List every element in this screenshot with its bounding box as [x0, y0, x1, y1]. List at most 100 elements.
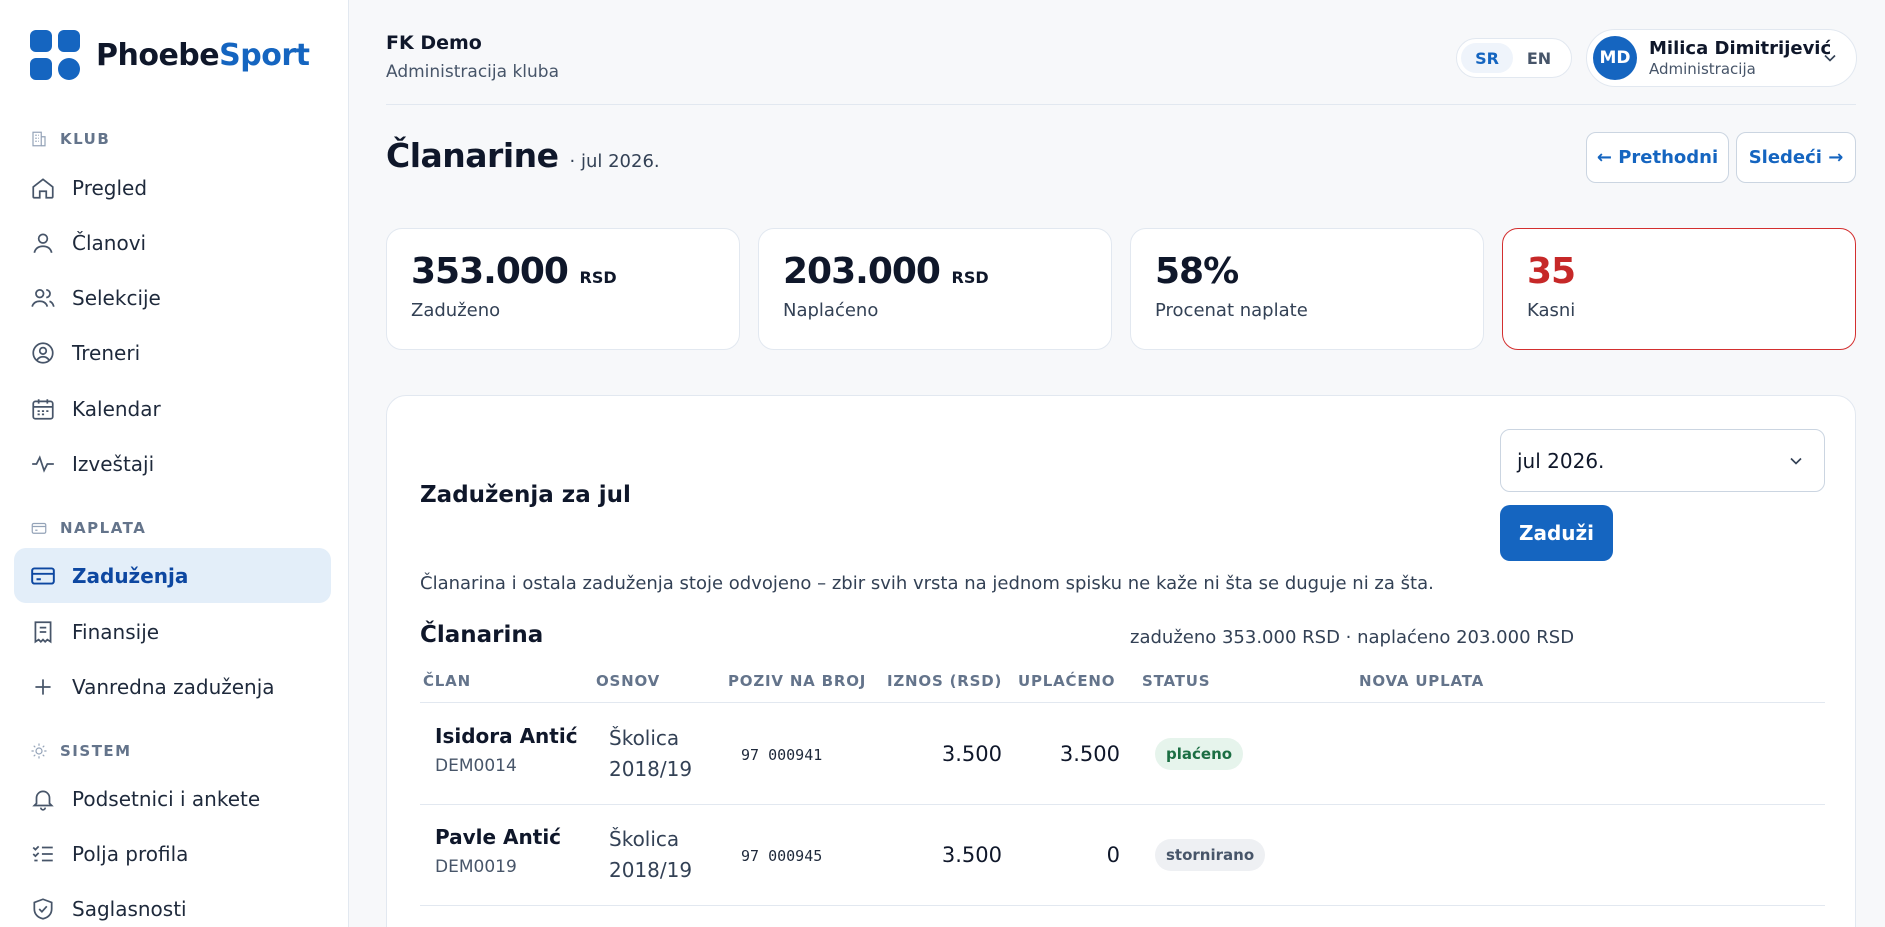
stat-number: 203.000 [783, 251, 941, 292]
brand-name-part1: Phoebe [96, 37, 220, 73]
stat-label: Kasni [1527, 300, 1576, 321]
member-cell: Pavle Antić DEM0019 [435, 825, 561, 877]
chevron-down-icon [1786, 451, 1806, 471]
member-id: DEM0014 [435, 756, 517, 776]
status-badge: stornirano [1155, 839, 1266, 871]
page-title: Članarine · jul 2026. [386, 136, 660, 175]
stat-number: 35 [1527, 251, 1576, 292]
nav-section-label: NAPLATA [60, 519, 147, 537]
nav-section-label: KLUB [60, 130, 111, 148]
sidebar-item-clanovi[interactable]: Članovi [14, 215, 331, 270]
stat-value: 58% [1155, 251, 1459, 292]
stat-card-naplaceno: 203.000 RSD Naplaćeno [758, 228, 1112, 350]
member-id: DEM0019 [435, 857, 517, 877]
charge-button[interactable]: Zaduži [1500, 505, 1613, 561]
sidebar-item-zaduzenja[interactable]: Zaduženja [14, 548, 331, 603]
sidebar-item-label: Podsetnici i ankete [72, 786, 261, 811]
plus-icon [30, 674, 56, 700]
sidebar-item-label: Polja profila [72, 841, 189, 866]
column-header-nova-uplata: NOVA UPLATA [1359, 672, 1484, 690]
users-icon [30, 285, 56, 311]
sidebar-item-vanredna-zaduzenja[interactable]: Vanredna zaduženja [14, 659, 331, 714]
chevron-down-icon [1820, 48, 1840, 68]
sidebar-item-label: Saglasnosti [72, 896, 187, 921]
stat-label: Naplaćeno [783, 300, 879, 321]
sidebar-item-podsetnici[interactable]: Podsetnici i ankete [14, 771, 331, 826]
sidebar-item-kalendar[interactable]: Kalendar [14, 381, 331, 436]
previous-month-button[interactable]: ← Prethodni [1586, 132, 1729, 183]
status-badge: plaćeno [1155, 738, 1244, 770]
org-name: FK Demo [386, 32, 482, 54]
activity-icon [30, 451, 56, 477]
column-header-poziv: POZIV NA BROJ [728, 672, 867, 690]
panel-note: Članarina i ostala zaduženja stoje odvoj… [420, 573, 1434, 594]
table-row: Isidora Antić DEM0014 Školica 2018/19 97… [420, 704, 1825, 805]
section-summary: zaduženo 353.000 RSD · naplaćeno 203.000… [1130, 627, 1575, 648]
shield-check-icon [30, 896, 56, 922]
charges-panel: Zaduženja za jul jul 2026. Zaduži Članar… [386, 395, 1856, 927]
nav-section-klub: KLUB [30, 130, 110, 148]
stat-number: 58% [1155, 251, 1239, 292]
calendar-icon [30, 396, 56, 422]
logo-mark-icon [30, 30, 80, 80]
home-icon [30, 175, 56, 201]
member-name[interactable]: Isidora Antić [435, 724, 578, 748]
basis-cell: Školica 2018/19 [609, 827, 693, 882]
language-en-button[interactable]: EN [1513, 43, 1565, 73]
stat-unit: RSD [951, 268, 989, 287]
amount-cell: 3.500 [941, 742, 1002, 766]
brand-logo[interactable]: PhoebeSport [30, 30, 310, 80]
status-cell: stornirano [1155, 839, 1266, 871]
credit-card-icon [30, 563, 56, 589]
sidebar-item-izvestaji[interactable]: Izveštaji [14, 436, 331, 491]
header-divider [386, 104, 1856, 105]
member-cell: Isidora Antić DEM0014 [435, 724, 578, 776]
next-month-button[interactable]: Sledeći → [1736, 132, 1856, 183]
page-title-period: · jul 2026. [569, 151, 660, 172]
stat-label: Procenat naplate [1155, 300, 1308, 321]
brand-name: PhoebeSport [96, 37, 310, 73]
sidebar-item-finansije[interactable]: Finansije [14, 604, 331, 659]
user-menu-button[interactable]: MD Milica Dimitrijević Administracija [1586, 29, 1857, 87]
status-cell: plaćeno [1155, 738, 1244, 770]
column-header-osnov: OSNOV [596, 672, 661, 690]
sidebar-item-pregled[interactable]: Pregled [14, 160, 331, 215]
month-select[interactable]: jul 2026. [1500, 429, 1825, 492]
member-name[interactable]: Pavle Antić [435, 825, 561, 849]
wallet-icon [30, 519, 48, 537]
column-header-status: STATUS [1142, 672, 1211, 690]
month-select-value: jul 2026. [1517, 448, 1605, 473]
stat-unit: RSD [579, 268, 617, 287]
stat-card-kasni[interactable]: 35 Kasni [1502, 228, 1856, 350]
user-info: Milica Dimitrijević Administracija [1649, 38, 1831, 78]
org-subtitle: Administracija kluba [386, 62, 559, 82]
stat-number: 353.000 [411, 251, 569, 292]
reference-cell: 97 000945 [741, 847, 823, 865]
sidebar-item-saglasnosti[interactable]: Saglasnosti [14, 881, 331, 927]
bell-icon [30, 786, 56, 812]
sidebar-item-label: Selekcije [72, 285, 161, 310]
brand-name-part2: Sport [219, 37, 310, 73]
panel-title: Zaduženja za jul [420, 482, 631, 508]
sidebar-item-treneri[interactable]: Treneri [14, 325, 331, 380]
user-circle-icon [30, 340, 56, 366]
sidebar-item-label: Zaduženja [72, 563, 189, 588]
sidebar: PhoebeSport KLUB Pregled Članovi Selekci… [0, 0, 349, 927]
user-role: Administracija [1649, 60, 1756, 78]
sidebar-item-polja-profila[interactable]: Polja profila [14, 826, 331, 881]
top-header: FK Demo Administracija kluba SR EN MD Mi… [350, 0, 1885, 105]
stat-value: 353.000 RSD [411, 251, 715, 292]
sidebar-item-label: Vanredna zaduženja [72, 674, 275, 699]
stat-card-procenat: 58% Procenat naplate [1130, 228, 1484, 350]
language-switch: SR EN [1456, 38, 1572, 78]
sidebar-item-label: Članovi [72, 230, 147, 255]
paid-cell: 0 [1106, 843, 1120, 867]
nav-section-label: SISTEM [60, 742, 132, 760]
page-title-text: Članarine [386, 136, 559, 175]
table-header: ČLAN OSNOV POZIV NA BROJ IZNOS (RSD) UPL… [420, 658, 1825, 703]
stat-card-zaduzeno: 353.000 RSD Zaduženo [386, 228, 740, 350]
paid-cell: 3.500 [1059, 742, 1120, 766]
sidebar-item-label: Finansije [72, 619, 160, 644]
sidebar-item-selekcije[interactable]: Selekcije [14, 270, 331, 325]
language-sr-button[interactable]: SR [1461, 43, 1513, 73]
